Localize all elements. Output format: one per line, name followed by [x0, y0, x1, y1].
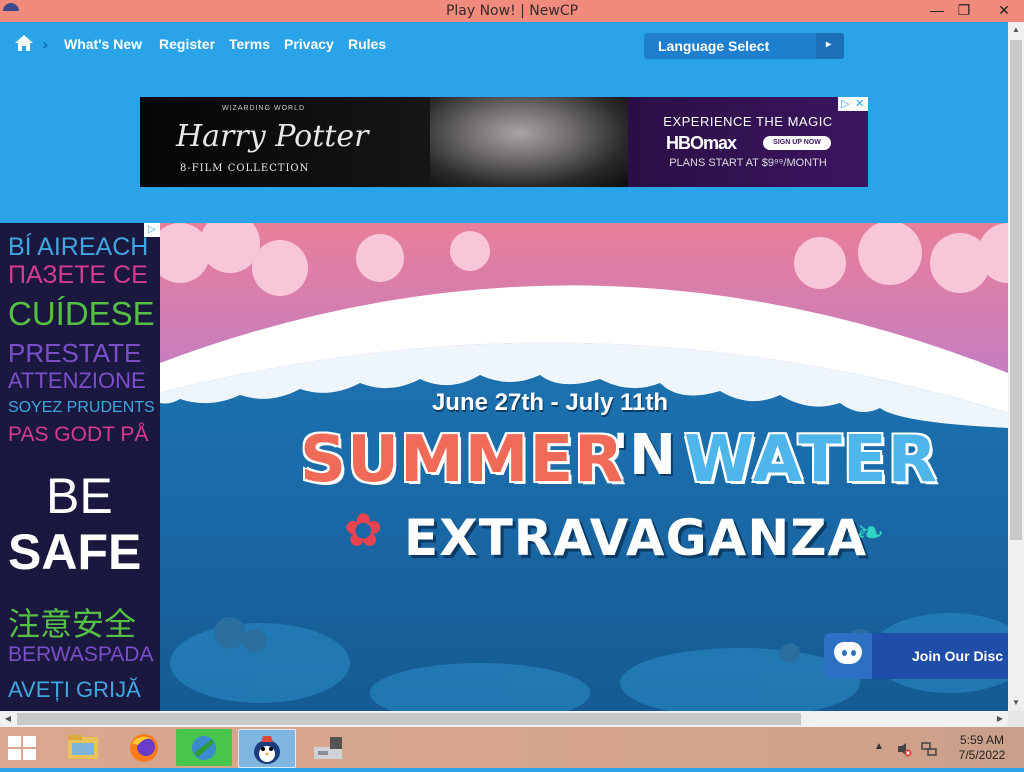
event-title-n: 'N [612, 423, 677, 488]
play-arrow-icon: ▸ [826, 39, 832, 50]
breadcrumb-chevron-icon: › [42, 35, 49, 54]
scroll-right-button[interactable]: ▶ [992, 711, 1008, 727]
clock-date: 7/5/2022 [958, 748, 1006, 762]
scrollbar-corner [1008, 711, 1024, 727]
banner-ad-subtitle: 8-FILM COLLECTION [180, 163, 310, 174]
event-title-water: WATER [684, 423, 938, 497]
language-select-button[interactable]: Language Select ▸ [644, 33, 844, 59]
banner-ad-price: PLANS START AT $9⁹⁹/MONTH [669, 157, 827, 169]
banner-ad-image [430, 97, 628, 187]
hibiscus-icon: ✿ [344, 504, 383, 556]
side-ad-line: SOYEZ PRUDENTS [8, 399, 155, 416]
banner-ad-headline: EXPERIENCE THE MAGIC [663, 114, 833, 129]
tray-overflow-icon[interactable]: ▲ [874, 741, 884, 752]
discord-icon [824, 633, 872, 679]
clock-time: 5:59 AM [959, 733, 1005, 747]
window-title: Play Now! | NewCP [445, 3, 579, 19]
side-ad-line: BERWASPADA [8, 643, 154, 666]
side-ad-line: PAS GODT PÅ [8, 423, 149, 446]
event-dates: June 27th - July 11th [431, 389, 669, 416]
side-ad-line: ATTENZIONE [8, 368, 146, 393]
side-ad-line: PRESTATE [8, 338, 142, 368]
side-ad[interactable]: BÍ AIREACH ПАЗЕТЕ СЕ CUÍDESE PRESTATE AT… [0, 223, 160, 711]
side-ad-line: AVEȚI GRIJĂ [8, 677, 141, 702]
taskbar: ▲ 5:59 AM 7/5/2022 [0, 727, 1024, 768]
windows-start-icon[interactable] [8, 736, 38, 760]
join-discord-label: Join Our Disc [872, 633, 1008, 679]
home-icon[interactable] [14, 34, 34, 52]
language-select-label: Language Select [658, 38, 770, 54]
side-ad-line: 注意安全 [8, 606, 137, 642]
nav-link-register[interactable]: Register [159, 36, 215, 52]
nav-link-privacy[interactable]: Privacy [284, 36, 334, 52]
minimize-button[interactable]: — [923, 0, 951, 22]
banner-ad-hp-panel: WIZARDING WORLD Harry Potter 8-FILM COLL… [140, 97, 430, 187]
banner-ad-world-logo: WIZARDING WORLD [222, 105, 306, 112]
leaf-icon: ❧ [856, 514, 885, 552]
close-button[interactable]: ✕ [985, 0, 1023, 22]
system-clock[interactable]: 5:59 AM 7/5/2022 [950, 733, 1014, 763]
side-ad-line: BÍ AIREACH [8, 233, 149, 261]
firefox-icon[interactable] [116, 729, 172, 766]
network-icon[interactable] [920, 741, 938, 757]
nav-link-rules[interactable]: Rules [348, 36, 386, 52]
banner-ad-title: Harry Potter [176, 119, 369, 154]
volume-muted-icon[interactable] [896, 741, 912, 757]
event-title-summer: SUMMER [300, 423, 625, 497]
file-explorer-icon[interactable] [56, 729, 112, 766]
nav-link-terms[interactable]: Terms [229, 36, 270, 52]
hbomax-logo: HBOmax [666, 133, 737, 153]
side-ad-line: CUÍDESE [8, 295, 155, 332]
top-nav: › What's New Register Terms Privacy Rule… [0, 22, 1008, 66]
banner-ad-offer-panel: EXPERIENCE THE MAGIC HBOmax SIGN UP NOW … [628, 97, 868, 187]
adchoices-icon[interactable]: ▷ [841, 97, 849, 111]
usb-drive-icon[interactable] [300, 729, 356, 766]
restore-button[interactable]: ❐ [950, 0, 978, 22]
scroll-down-button[interactable]: ▼ [1008, 695, 1024, 711]
banner-ad-signup-button[interactable]: SIGN UP NOW [763, 136, 831, 150]
window-titlebar: Play Now! | NewCP — ❐ ✕ [0, 0, 1024, 22]
event-title-extravaganza: EXTRAVAGANZA [404, 509, 868, 567]
ad-close-icon[interactable]: ✕ [855, 97, 864, 111]
network-app-icon[interactable] [176, 729, 232, 766]
side-ad-line: ПАЗЕТЕ СЕ [8, 261, 148, 289]
adchoices-badge[interactable]: ▷ ✕ [838, 97, 868, 111]
scroll-left-button[interactable]: ◀ [0, 711, 16, 727]
banner-ad[interactable]: WIZARDING WORLD Harry Potter 8-FILM COLL… [140, 97, 868, 187]
horizontal-scrollbar[interactable]: ◀ ▶ [0, 711, 1008, 727]
club-penguin-app-icon[interactable] [238, 729, 296, 768]
vertical-scroll-thumb[interactable] [1010, 40, 1022, 540]
join-discord-button[interactable]: Join Our Disc [824, 633, 1008, 679]
side-ad-line: BE [46, 468, 113, 524]
side-ad-line: SAFE [8, 524, 142, 580]
language-select-arrow: ▸ [816, 33, 844, 59]
horizontal-scroll-thumb[interactable] [17, 713, 801, 725]
nav-link-whats-new[interactable]: What's New [64, 36, 142, 52]
vertical-scrollbar[interactable]: ▲ ▼ [1008, 22, 1024, 711]
adchoices-icon[interactable]: ▷ [144, 223, 160, 237]
scroll-up-button[interactable]: ▲ [1008, 22, 1024, 38]
